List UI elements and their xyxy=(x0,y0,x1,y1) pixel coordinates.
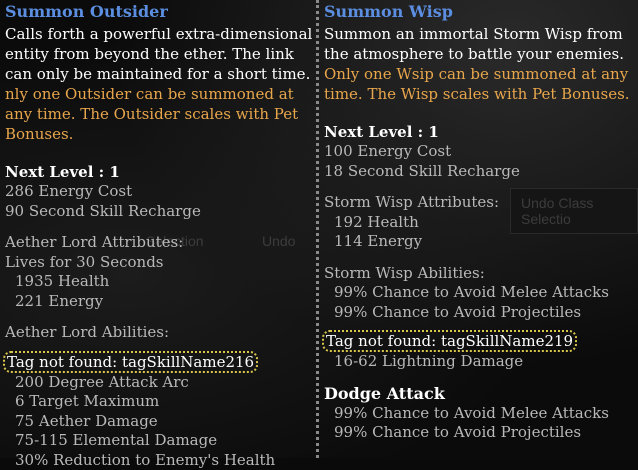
pet-energy: 114 Energy xyxy=(324,232,638,252)
description-text: Summon an immortal Storm Wisp from the a… xyxy=(324,25,624,63)
pet-health: 1935 Health xyxy=(5,272,316,292)
missing-tag-label: Tag not found: tagSkillName216 xyxy=(3,351,258,373)
skill-description: Summon an immortal Storm Wisp from the a… xyxy=(324,24,638,104)
summon-outsider-tooltip: Summon Outsider Calls forth a powerful e… xyxy=(0,0,316,458)
description-note: nly one Outsider can be summoned at any … xyxy=(5,85,298,143)
ability-line: 200 Degree Attack Arc xyxy=(5,373,316,393)
tooltip-divider xyxy=(316,0,319,458)
lifetime: Lives for 30 Seconds xyxy=(5,253,316,273)
attributes-header: Storm Wisp Attributes: xyxy=(324,193,638,213)
skill-recharge: 90 Second Skill Recharge xyxy=(5,202,316,222)
skill-description: Calls forth a powerful extra-dimensional… xyxy=(5,24,316,144)
ability-line: 6 Target Maximum xyxy=(5,392,316,412)
ability-line: 75-115 Elemental Damage xyxy=(5,431,316,451)
ability-line: 30% Reduction to Enemy's Health xyxy=(5,451,316,470)
ability-line: 99% Chance to Avoid Melee Attacks xyxy=(324,283,638,303)
skill-title: Summon Wisp xyxy=(324,2,638,22)
ability-line: 16-62 Lightning Damage xyxy=(324,352,638,372)
pet-energy: 221 Energy xyxy=(5,292,316,312)
dodge-attack-header: Dodge Attack xyxy=(324,384,638,404)
missing-tag-label: Tag not found: tagSkillName219 xyxy=(322,330,577,352)
next-level-label: Next Level : 1 xyxy=(324,122,638,142)
dodge-line: 99% Chance to Avoid Melee Attacks xyxy=(324,404,638,424)
energy-cost: 286 Energy Cost xyxy=(5,182,316,202)
skill-recharge: 18 Second Skill Recharge xyxy=(324,162,638,182)
description-note: Only one Wsip can be summoned at any tim… xyxy=(324,65,630,103)
ability-line: 75 Aether Damage xyxy=(5,412,316,432)
pet-health: 192 Health xyxy=(324,213,638,233)
abilities-header: Aether Lord Abilities: xyxy=(5,323,316,343)
next-level-label: Next Level : 1 xyxy=(5,162,316,182)
summon-wisp-tooltip: Summon Wisp Summon an immortal Storm Wis… xyxy=(322,0,638,458)
description-text: Calls forth a powerful extra-dimensional… xyxy=(5,25,312,83)
abilities-header: Storm Wisp Abilities: xyxy=(324,264,638,284)
attributes-header: Aether Lord Attributes: xyxy=(5,233,316,253)
energy-cost: 100 Energy Cost xyxy=(324,142,638,162)
ability-line: 99% Chance to Avoid Projectiles xyxy=(324,303,638,323)
skill-title: Summon Outsider xyxy=(5,2,316,22)
dodge-line: 99% Chance to Avoid Projectiles xyxy=(324,423,638,443)
